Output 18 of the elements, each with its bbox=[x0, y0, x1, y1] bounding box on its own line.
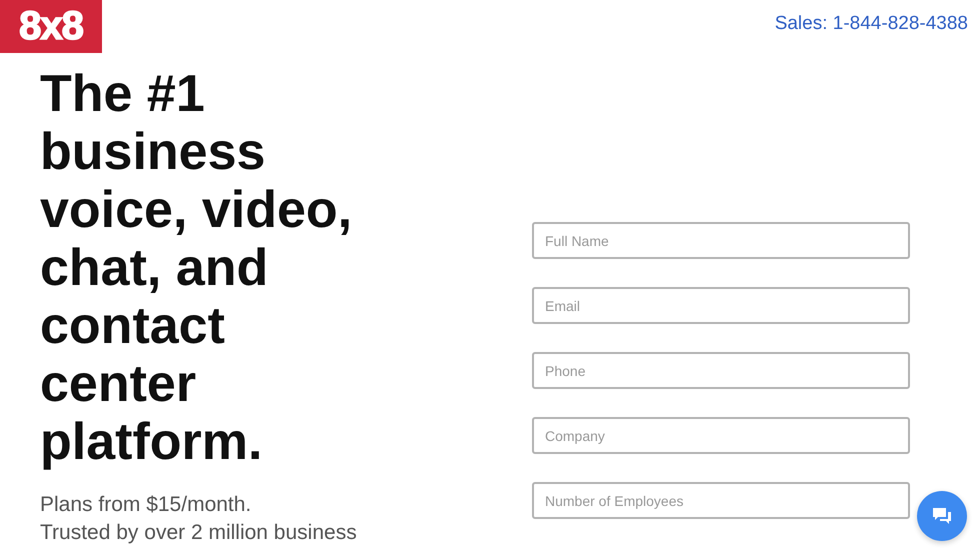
sales-phone-link[interactable]: Sales: 1-844-828-4388 bbox=[774, 13, 968, 35]
headline: chat, and bbox=[40, 239, 268, 297]
input-field[interactable]: Full Name bbox=[532, 222, 910, 259]
headline: business bbox=[40, 123, 266, 181]
headline: contact bbox=[40, 297, 225, 355]
subtitle: Plans from $15/month. bbox=[40, 492, 252, 518]
headline: platform. bbox=[40, 413, 262, 471]
headline: center bbox=[40, 355, 196, 413]
headline: The #1 bbox=[40, 65, 205, 123]
subtitle: Trusted by over 2 million business bbox=[40, 520, 358, 546]
chat-icon bbox=[932, 507, 952, 525]
input-field[interactable]: Number of Employees bbox=[532, 482, 910, 519]
headline: voice, video, bbox=[40, 181, 352, 239]
input-field[interactable]: Phone bbox=[532, 352, 910, 389]
chat-button[interactable] bbox=[917, 491, 967, 541]
input-field[interactable]: Company bbox=[532, 417, 910, 454]
input-field[interactable]: Email bbox=[532, 287, 910, 324]
logo[interactable]: 8x8 bbox=[0, 0, 102, 53]
